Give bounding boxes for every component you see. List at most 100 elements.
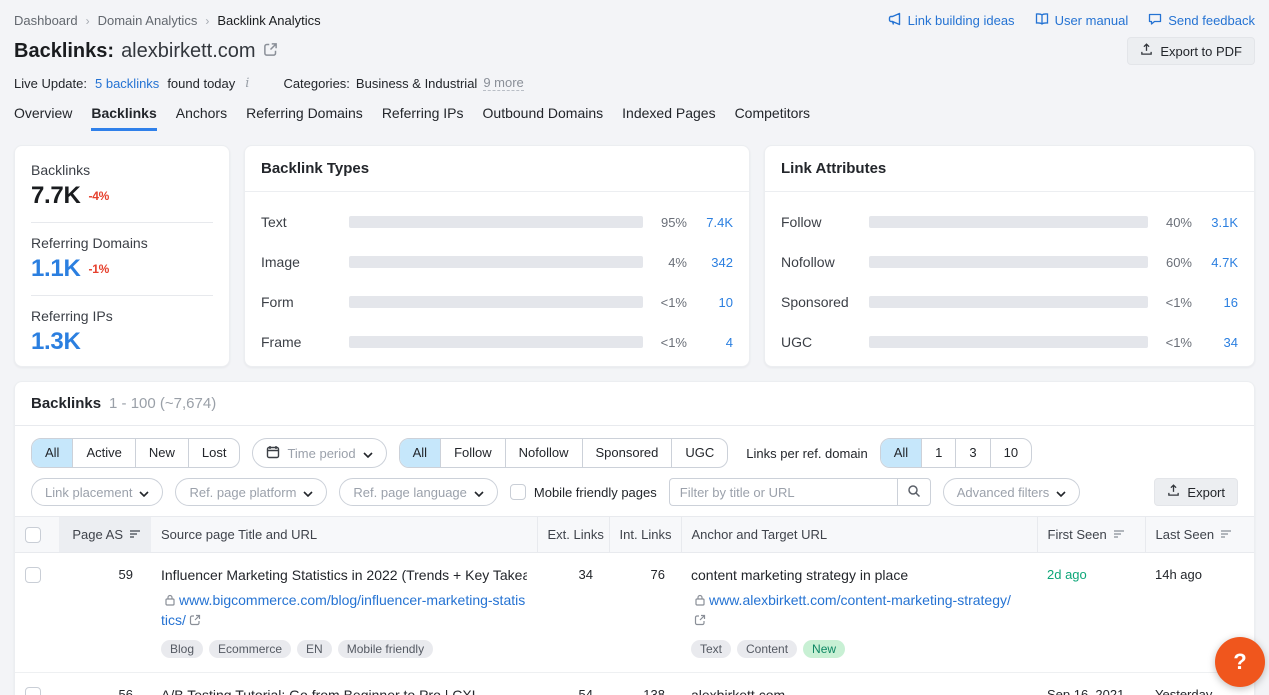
bar-count-link[interactable]: 4.7K [1192, 255, 1238, 270]
stat-referring-ips-value[interactable]: 1.3K [31, 328, 81, 356]
bar-row-image: Image 4% 342 [261, 254, 733, 270]
search-input[interactable] [669, 478, 897, 506]
stat-referring-domains: Referring Domains 1.1K -1% [31, 235, 213, 283]
categories-more-link[interactable]: 9 more [483, 75, 523, 91]
scope-active-button[interactable]: Active [72, 439, 134, 467]
stat-referring-domains-value[interactable]: 1.1K [31, 255, 81, 283]
bar-count-link[interactable]: 10 [687, 295, 733, 310]
select-all-checkbox[interactable] [25, 527, 41, 543]
help-button[interactable]: ? [1215, 637, 1265, 687]
advanced-filters-dropdown[interactable]: Advanced filters [943, 478, 1081, 506]
column-anchor[interactable]: Anchor and Target URL [692, 527, 828, 542]
row-checkbox[interactable] [25, 567, 41, 583]
link-placement-dropdown[interactable]: Link placement [31, 478, 163, 506]
export-to-pdf-button[interactable]: Export to PDF [1127, 37, 1255, 65]
column-page-as-label: Page AS [72, 527, 123, 542]
chevron-down-icon [303, 485, 313, 500]
column-int-links[interactable]: Int. Links [620, 527, 672, 542]
breadcrumb-dashboard[interactable]: Dashboard [14, 13, 78, 28]
tab-backlinks[interactable]: Backlinks [91, 105, 156, 131]
lpd-1-button[interactable]: 1 [921, 439, 955, 467]
source-title: A/B Testing Tutorial: Go from Beginner t… [161, 687, 527, 695]
backlinks-table-card: Backlinks 1 - 100 (~7,674) All Active Ne… [14, 381, 1255, 695]
column-last-seen[interactable]: Last Seen [1156, 527, 1233, 542]
bar-percent: <1% [1148, 295, 1192, 310]
lpd-all-button[interactable]: All [881, 439, 921, 467]
tab-overview[interactable]: Overview [14, 105, 72, 131]
column-ext-links[interactable]: Ext. Links [548, 527, 604, 542]
search-group [669, 478, 931, 506]
time-period-dropdown[interactable]: Time period [252, 438, 386, 468]
stat-backlinks-change: -4% [89, 189, 109, 203]
ref-page-platform-dropdown[interactable]: Ref. page platform [175, 478, 327, 506]
info-icon[interactable]: i [243, 76, 251, 91]
lpd-10-button[interactable]: 10 [990, 439, 1031, 467]
attr-ugc-button[interactable]: UGC [671, 439, 727, 467]
table-row: 59 Influencer Marketing Statistics in 20… [15, 553, 1255, 673]
tab-competitors[interactable]: Competitors [735, 105, 810, 131]
ext-links-value: 54 [537, 672, 609, 695]
categories-label: Categories: [283, 76, 349, 91]
search-button[interactable] [897, 478, 931, 506]
ext-links-value: 34 [537, 553, 609, 673]
breadcrumb-backlink-analytics[interactable]: Backlink Analytics [217, 13, 320, 28]
source-url-link[interactable]: www.bigcommerce.com/blog/influencer-mark… [161, 590, 527, 631]
tab-referring-ips[interactable]: Referring IPs [382, 105, 464, 131]
attr-follow-button[interactable]: Follow [440, 439, 505, 467]
stat-backlinks-label: Backlinks [31, 162, 213, 178]
backlink-analytics-page: Dashboard › Domain Analytics › Backlink … [0, 0, 1269, 695]
live-update-backlinks-link[interactable]: 5 backlinks [95, 76, 159, 91]
link-building-ideas-label: Link building ideas [908, 13, 1015, 28]
megaphone-icon [888, 12, 902, 29]
lpd-3-button[interactable]: 3 [955, 439, 989, 467]
bar-count-link[interactable]: 3.1K [1192, 215, 1238, 230]
scope-segment-group: All Active New Lost [31, 438, 240, 468]
bar-count-link[interactable]: 34 [1192, 335, 1238, 350]
ref-page-language-dropdown[interactable]: Ref. page language [339, 478, 497, 506]
tag-content: Content [737, 640, 797, 658]
send-feedback-link[interactable]: Send feedback [1148, 12, 1255, 29]
external-link-icon[interactable] [263, 40, 278, 63]
page-title-prefix: Backlinks: [14, 40, 114, 63]
export-button[interactable]: Export [1154, 478, 1238, 506]
backlinks-section-header: Backlinks 1 - 100 (~7,674) [15, 382, 1254, 426]
bar-count-link[interactable]: 4 [687, 335, 733, 350]
attr-all-button[interactable]: All [400, 439, 440, 467]
tab-bar: Overview Backlinks Anchors Referring Dom… [0, 91, 1269, 131]
first-seen-value: 2d ago [1037, 553, 1145, 673]
tab-indexed-pages[interactable]: Indexed Pages [622, 105, 715, 131]
scope-new-button[interactable]: New [135, 439, 188, 467]
bar-row-nofollow: Nofollow 60% 4.7K [781, 254, 1238, 270]
mobile-friendly-checkbox-row[interactable]: Mobile friendly pages [510, 484, 657, 500]
mobile-friendly-label: Mobile friendly pages [534, 485, 657, 500]
time-period-label: Time period [287, 446, 355, 461]
scope-all-button[interactable]: All [32, 439, 72, 467]
column-first-seen[interactable]: First Seen [1048, 527, 1125, 542]
external-link-icon [189, 614, 201, 626]
column-page-as[interactable]: Page AS [72, 527, 141, 542]
bar-track [349, 296, 643, 308]
link-building-ideas-link[interactable]: Link building ideas [888, 12, 1015, 29]
tab-anchors[interactable]: Anchors [176, 105, 227, 131]
ref-page-platform-label: Ref. page platform [189, 485, 296, 500]
bar-count-link[interactable]: 16 [1192, 295, 1238, 310]
bar-count-link[interactable]: 342 [687, 255, 733, 270]
bar-count-link[interactable]: 7.4K [687, 215, 733, 230]
target-url-link[interactable]: www.alexbirkett.com/content-marketing-st… [691, 590, 1027, 631]
lock-icon [164, 594, 176, 606]
backlinks-table: Page AS Source page Title and URL Ext. L… [15, 516, 1255, 695]
scope-lost-button[interactable]: Lost [188, 439, 240, 467]
tab-outbound-domains[interactable]: Outbound Domains [483, 105, 604, 131]
row-checkbox[interactable] [25, 687, 41, 695]
breadcrumb: Dashboard › Domain Analytics › Backlink … [14, 13, 321, 28]
mobile-friendly-checkbox[interactable] [510, 484, 526, 500]
user-manual-link[interactable]: User manual [1035, 12, 1129, 29]
tab-referring-domains[interactable]: Referring Domains [246, 105, 363, 131]
breadcrumb-domain-analytics[interactable]: Domain Analytics [98, 13, 198, 28]
column-source[interactable]: Source page Title and URL [161, 527, 317, 542]
speech-bubble-icon [1148, 12, 1162, 29]
lock-icon [694, 594, 706, 606]
attr-sponsored-button[interactable]: Sponsored [582, 439, 672, 467]
tag-language: EN [297, 640, 332, 658]
attr-nofollow-button[interactable]: Nofollow [505, 439, 582, 467]
